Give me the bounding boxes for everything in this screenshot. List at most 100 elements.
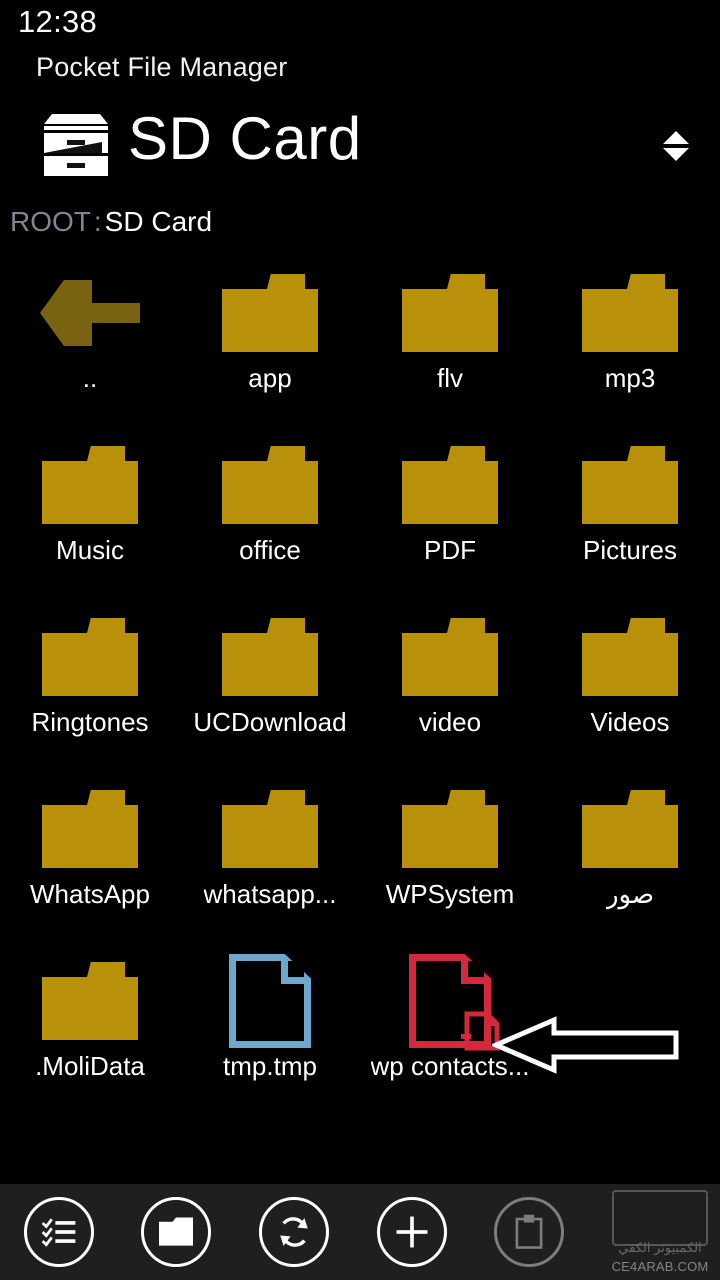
clipboard-icon xyxy=(515,1214,543,1249)
page-title: SD Card xyxy=(128,105,362,172)
grid-item[interactable]: Videos xyxy=(540,606,720,778)
grid-item[interactable]: PDF xyxy=(360,434,540,606)
folder-button[interactable] xyxy=(141,1197,212,1267)
folder-icon xyxy=(402,618,498,696)
file-grid: .. app flv mp3 Music office PDF Pictures Rington… xyxy=(0,262,720,1122)
checklist-icon xyxy=(41,1218,76,1247)
breadcrumb-root[interactable]: ROOT xyxy=(10,206,91,237)
folder-icon xyxy=(582,274,678,352)
grid-item[interactable]: WPSystem xyxy=(360,778,540,950)
grid-item-icon xyxy=(219,270,321,356)
grid-item-label: video xyxy=(418,707,482,737)
grid-item[interactable]: whatsapp... xyxy=(180,778,360,950)
grid-item-icon xyxy=(579,786,681,872)
grid-item[interactable]: .MoliData xyxy=(0,950,180,1122)
grid-item[interactable]: flv xyxy=(360,262,540,434)
watermark: الكمبيوتر الكفي CE4ARAB.COM xyxy=(606,1186,714,1278)
folder-body xyxy=(582,289,678,352)
folder-body xyxy=(42,977,138,1040)
grid-item-icon xyxy=(39,786,141,872)
grid-item-label: صور xyxy=(605,879,655,909)
folder-body xyxy=(402,461,498,524)
document-fold-corner xyxy=(281,958,307,984)
plus-button[interactable] xyxy=(376,1197,447,1267)
grid-item-label: WPSystem xyxy=(385,879,515,909)
folder-tab xyxy=(267,274,305,289)
grid-item-label: WhatsApp xyxy=(30,879,150,909)
grid-item-label: .. xyxy=(82,363,98,393)
bottom-app-bar: الكمبيوتر الكفي CE4ARAB.COM xyxy=(0,1184,720,1280)
checklist-button[interactable] xyxy=(23,1197,94,1267)
refresh-button[interactable] xyxy=(258,1197,329,1267)
grid-item-label: Ringtones xyxy=(31,707,149,737)
folder-icon xyxy=(42,962,138,1040)
grid-item[interactable]: mp3 xyxy=(540,262,720,434)
sort-ascending-triangle xyxy=(663,131,689,144)
grid-item[interactable]: UCDownload xyxy=(180,606,360,778)
grid-item[interactable]: WhatsApp xyxy=(0,778,180,950)
breadcrumb-separator: : xyxy=(93,206,102,237)
document-red-icon xyxy=(409,954,500,1051)
grid-item-parent[interactable]: .. xyxy=(0,262,180,434)
grid-item-icon xyxy=(399,786,501,872)
grid-item-label: Pictures xyxy=(583,535,677,565)
folder-tab xyxy=(627,790,665,805)
grid-item[interactable]: Ringtones xyxy=(0,606,180,778)
grid-item[interactable]: app xyxy=(180,262,360,434)
grid-item-label: mp3 xyxy=(604,363,656,393)
folder-body xyxy=(582,805,678,868)
folder-tab xyxy=(447,274,485,289)
folder-tab xyxy=(447,790,485,805)
grid-item-icon xyxy=(219,954,321,1048)
folder-icon xyxy=(42,790,138,868)
grid-item-icon xyxy=(399,954,501,1051)
grid-item-label: Music xyxy=(56,535,124,565)
folder-icon xyxy=(159,1217,194,1246)
folder-icon xyxy=(582,790,678,868)
folder-tab xyxy=(267,790,305,805)
grid-item[interactable]: صور xyxy=(540,778,720,950)
grid-item[interactable]: video xyxy=(360,606,540,778)
sort-descending-triangle xyxy=(663,148,689,161)
breadcrumb[interactable]: ROOT: SD Card xyxy=(10,206,710,246)
folder-tab xyxy=(447,446,485,461)
folder-body xyxy=(222,633,318,696)
grid-item-label: flv xyxy=(437,363,463,393)
grid-item-icon xyxy=(579,614,681,700)
page-header: SD Card xyxy=(0,104,720,190)
grid-item[interactable]: Music xyxy=(0,434,180,606)
grid-item-label: tmp.tmp xyxy=(223,1051,317,1081)
folder-icon xyxy=(222,446,318,524)
folder-tab xyxy=(87,790,125,805)
folder-icon xyxy=(582,446,678,524)
folder-tab xyxy=(627,446,665,461)
folder-body xyxy=(402,633,498,696)
folder-body xyxy=(42,805,138,868)
folder-body xyxy=(42,633,138,696)
folder-body xyxy=(222,461,318,524)
folder-body xyxy=(402,289,498,352)
grid-item[interactable]: office xyxy=(180,434,360,606)
grid-item-label: .MoliData xyxy=(35,1051,145,1081)
folder-body xyxy=(582,461,678,524)
document-blue-icon xyxy=(229,954,311,1048)
folder-tab xyxy=(627,274,665,289)
status-clock: 12:38 xyxy=(18,4,98,39)
sort-updown-icon[interactable] xyxy=(654,122,698,170)
grid-item-icon xyxy=(219,786,321,872)
folder-body xyxy=(402,805,498,868)
breadcrumb-current[interactable]: SD Card xyxy=(105,206,212,237)
folder-tab xyxy=(87,618,125,633)
grid-item-icon xyxy=(39,614,141,700)
document-fold-corner xyxy=(461,958,487,984)
grid-item-icon xyxy=(579,270,681,356)
folder-tab xyxy=(447,618,485,633)
grid-item-label: app xyxy=(248,363,292,393)
grid-item[interactable]: Pictures xyxy=(540,434,720,606)
clipboard-button xyxy=(494,1197,565,1267)
grid-item-label: whatsapp... xyxy=(203,879,337,909)
grid-item[interactable]: tmp.tmp xyxy=(180,950,360,1122)
grid-item-icon xyxy=(39,270,141,356)
grid-item-icon xyxy=(219,614,321,700)
folder-tab xyxy=(267,618,305,633)
